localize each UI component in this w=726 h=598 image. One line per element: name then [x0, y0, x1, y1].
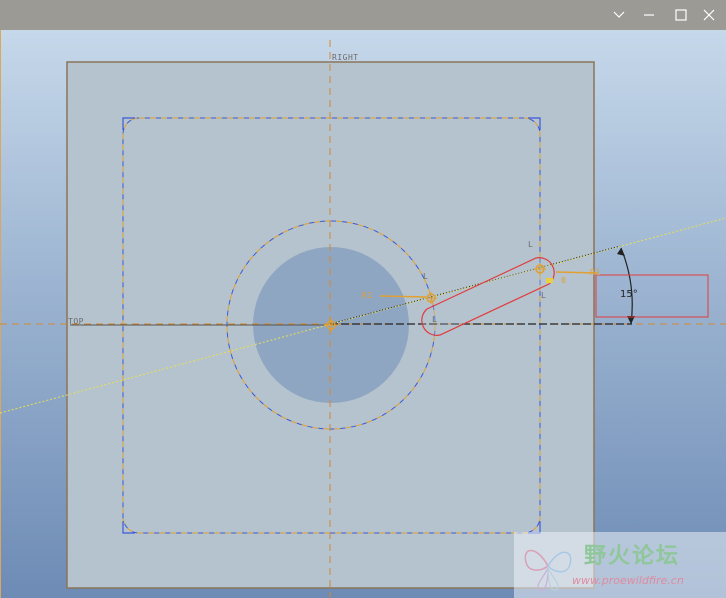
watermark-title: 野火论坛	[584, 544, 681, 569]
maximize-icon	[675, 9, 687, 21]
graphics-viewport[interactable]: RIGHT TOP L L L L R1 R1 0 15° 野火论坛 www.p…	[0, 30, 726, 598]
constraint-label-r1-right: R1	[590, 268, 601, 277]
constraint-label-l4: L	[432, 315, 438, 324]
constraint-label-zero: 0	[561, 276, 567, 285]
watermark-url: www.proewildfire.cn	[572, 574, 684, 587]
constraint-label-l3: L	[541, 291, 547, 300]
window-titlebar	[0, 0, 726, 30]
angle-dimension-arc[interactable]	[620, 247, 633, 325]
angle-dimension-value[interactable]: 15°	[620, 289, 638, 300]
constraint-label-l2: L	[528, 240, 534, 249]
minimize-button[interactable]	[632, 0, 666, 30]
coincident-marker	[546, 278, 553, 283]
constraint-label-r1-left: R1	[362, 291, 373, 300]
chevron-down-icon	[613, 11, 625, 18]
minimize-icon	[644, 14, 654, 16]
close-icon	[703, 9, 715, 21]
constraint-label-l1: L	[423, 272, 429, 281]
close-button[interactable]	[692, 0, 726, 30]
sketch-canvas[interactable]	[0, 30, 726, 598]
arc-arrow-top	[617, 248, 625, 256]
right-plane-label: RIGHT	[332, 53, 359, 62]
dimension-edit-box[interactable]	[595, 274, 709, 318]
chevron-down-button[interactable]	[602, 0, 636, 30]
forum-watermark: 野火论坛 www.proewildfire.cn	[514, 532, 726, 598]
top-plane-label: TOP	[68, 317, 84, 326]
butterfly-logo-icon	[524, 549, 572, 591]
r1-arrow-left	[379, 295, 427, 298]
